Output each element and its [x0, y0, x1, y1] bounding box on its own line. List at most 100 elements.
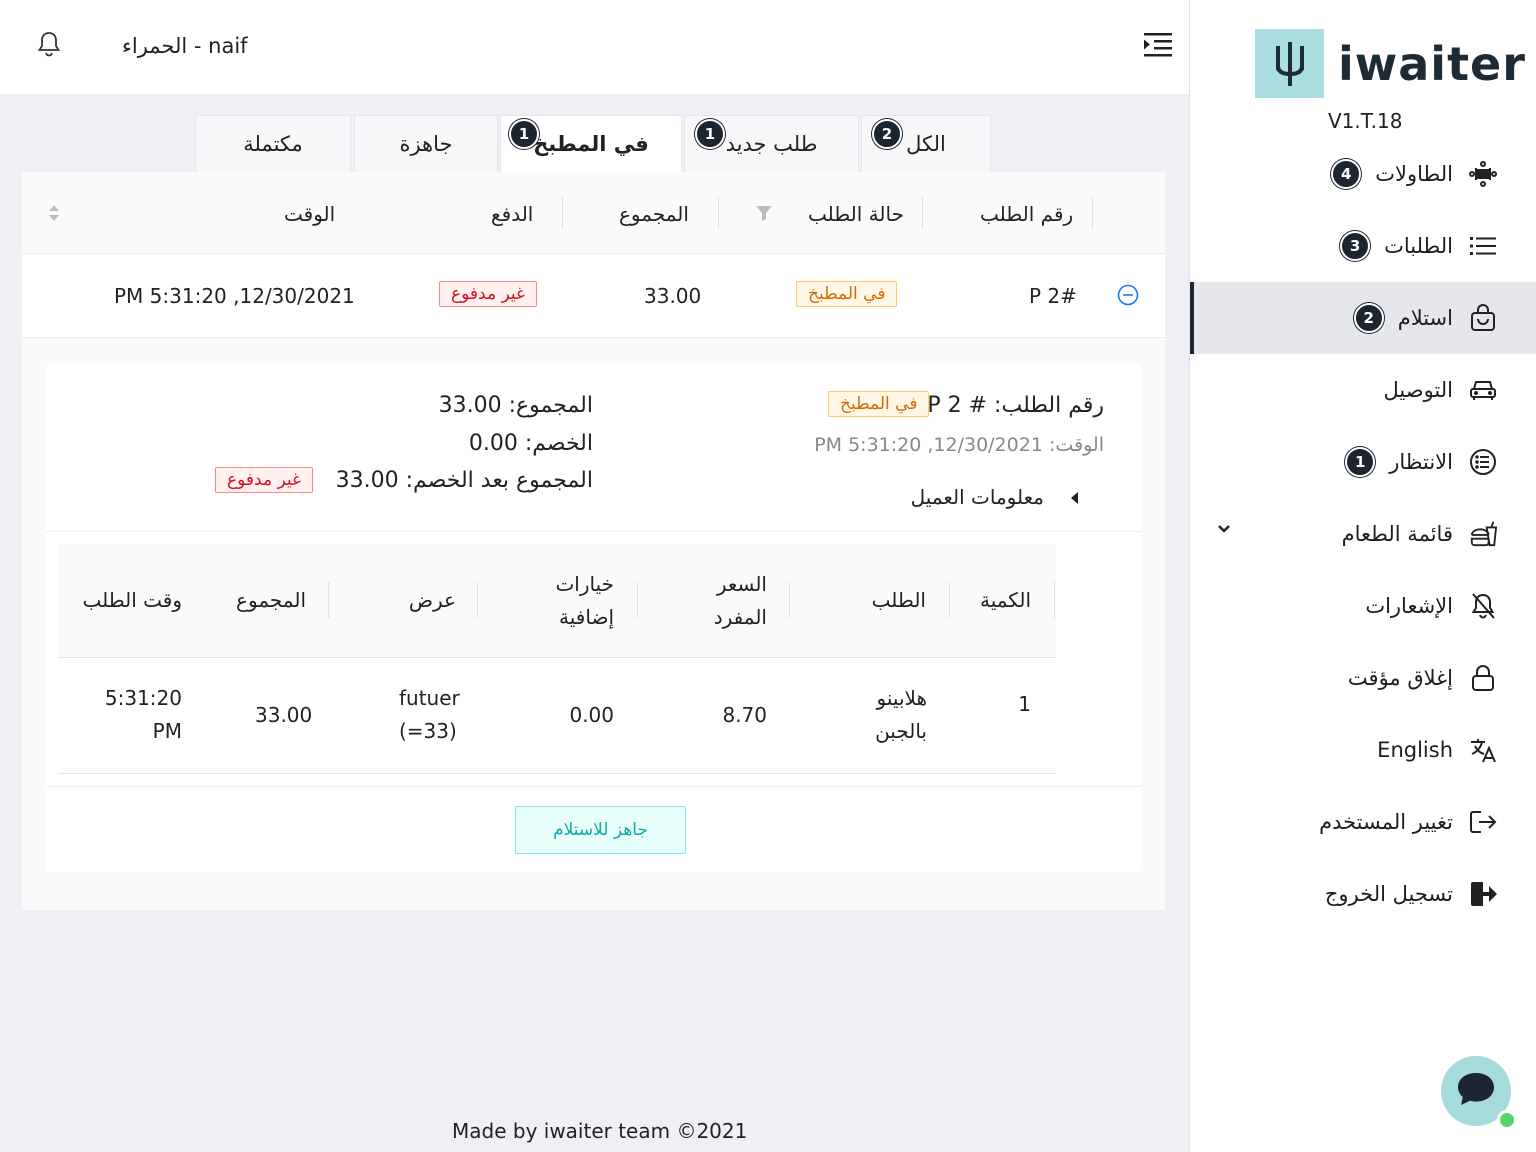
tab-all[interactable]: الكل 2 — [861, 115, 991, 172]
tab-count-badge: 2 — [872, 119, 902, 149]
column-header-total[interactable]: المجموع — [619, 202, 689, 226]
column-divider — [1092, 197, 1093, 229]
count-badge: 4 — [1331, 159, 1362, 189]
item-total: 33.00 — [255, 703, 313, 727]
tab-ready[interactable]: جاهزة — [354, 115, 498, 172]
sidebar-item-label: التوصيل — [1383, 378, 1454, 402]
table-row: 1 هلابينو بالجبن 8.70 0.00 futuer (=33) … — [58, 658, 1056, 774]
sidebar-item-logout[interactable]: تسجيل الخروج — [1190, 858, 1536, 930]
logout-icon — [1469, 880, 1497, 908]
column-divider — [562, 197, 563, 229]
column-header-payment[interactable]: الدفع — [491, 202, 533, 226]
column-header-offer: عرض — [408, 588, 456, 612]
car-icon — [1469, 376, 1497, 404]
sidebar-item-switch-user[interactable]: تغيير المستخدم — [1190, 786, 1536, 858]
logo-text: iwaiter — [1338, 36, 1526, 91]
ready-for-pickup-button[interactable]: جاهز للاستلام — [515, 806, 686, 854]
logo: iwaiter — [1255, 29, 1526, 98]
caret-left-icon[interactable] — [1069, 490, 1079, 509]
tab-new-order[interactable]: طلب جديد 1 — [684, 115, 859, 172]
tab-in-kitchen[interactable]: في المطبخ 1 — [500, 115, 682, 172]
customer-info-toggle[interactable]: معلومات العميل — [911, 485, 1044, 509]
list-icon — [1469, 232, 1497, 260]
order-status-tag: في المطبخ — [796, 280, 898, 307]
divider — [46, 786, 1141, 787]
item-extras: 0.00 — [569, 703, 614, 727]
tab-completed[interactable]: مكتملة — [195, 115, 351, 172]
sidebar-item-temporary-close[interactable]: إغلاق مؤقت — [1190, 642, 1536, 714]
status-tag-label: في المطبخ — [796, 281, 898, 307]
sidebar-item-language[interactable]: English — [1190, 714, 1536, 786]
sidebar-item-label: استلام — [1397, 306, 1453, 330]
time-line: 5:31:20 — [104, 686, 182, 710]
count-badge: 3 — [1340, 231, 1371, 261]
menu-toggle-icon[interactable] — [1144, 32, 1174, 62]
table-header: رقم الطلب حالة الطلب المجموع الدفع الوقت — [22, 172, 1165, 254]
sidebar-item-pickup[interactable]: استلام 2 — [1190, 282, 1536, 354]
food-icon — [1469, 520, 1497, 548]
sidebar-item-waiting[interactable]: الانتظار 1 — [1190, 426, 1536, 498]
column-header-status[interactable]: حالة الطلب — [808, 202, 904, 226]
order-number: P 2# — [1029, 284, 1077, 308]
user-name[interactable]: الحمراء - naif — [122, 34, 248, 58]
queue-icon — [1469, 448, 1497, 476]
column-header-item: الطلب — [871, 588, 926, 612]
header-line: إضافية — [559, 605, 614, 629]
sidebar-item-label: الانتظار — [1389, 450, 1453, 474]
filter-icon[interactable] — [755, 205, 773, 225]
logo-mark — [1255, 29, 1324, 98]
sidebar-item-label: English — [1377, 738, 1453, 762]
sidebar-item-delivery[interactable]: التوصيل — [1190, 354, 1536, 426]
detail-discount: الخصم: 0.00 — [468, 431, 593, 456]
sidebar-item-label: تسجيل الخروج — [1324, 882, 1453, 906]
sidebar-item-notifications[interactable]: الإشعارات — [1190, 570, 1536, 642]
chat-bubble-icon — [1456, 1071, 1496, 1111]
status-tag-label: في المطبخ — [828, 391, 930, 417]
item-offer: futuer (=33) — [399, 682, 460, 748]
detail-status-tag: في المطبخ — [828, 391, 930, 417]
tab-label: الكل — [906, 132, 946, 156]
column-divider — [477, 582, 478, 618]
column-header-order-time: وقت الطلب — [82, 588, 182, 612]
translate-icon — [1469, 736, 1497, 764]
divider — [46, 531, 1141, 532]
sidebar-item-tables[interactable]: الطاولات 4 — [1190, 138, 1536, 210]
shopping-bag-icon — [1469, 304, 1497, 332]
column-divider — [637, 582, 638, 618]
time-line: PM — [152, 719, 182, 743]
tab-label: في المطبخ — [533, 132, 649, 156]
column-header-order-no[interactable]: رقم الطلب — [980, 202, 1073, 226]
bell-icon[interactable] — [36, 30, 62, 62]
tab-count-badge: 1 — [509, 119, 539, 149]
payment-tag-label: غير مدفوع — [215, 467, 313, 493]
sidebar-item-orders[interactable]: الطلبات 3 — [1190, 210, 1536, 282]
items-table-header: الكمية الطلب السعر المفرد خيارات إضافية … — [58, 544, 1056, 658]
collapse-row-icon[interactable] — [1117, 284, 1139, 310]
sidebar-item-label: الطلبات — [1384, 234, 1453, 258]
offer-line: futuer — [399, 686, 460, 710]
orders-panel: رقم الطلب حالة الطلب المجموع الدفع الوقت… — [22, 172, 1165, 910]
header-line: المفرد — [713, 605, 767, 629]
chat-widget-button[interactable] — [1441, 1056, 1517, 1130]
sidebar-item-food-menu[interactable]: قائمة الطعام — [1190, 498, 1536, 570]
sidebar-item-label: الطاولات — [1375, 162, 1453, 186]
tab-label: مكتملة — [243, 132, 303, 156]
column-divider — [922, 197, 923, 229]
column-header-time[interactable]: الوقت — [284, 202, 335, 226]
column-header-unit-price: السعر المفرد — [714, 568, 767, 634]
header-line: خيارات — [555, 572, 614, 596]
sidebar-item-label: الإشعارات — [1365, 594, 1453, 618]
payment-tag-label: غير مدفوع — [439, 281, 537, 307]
switch-user-icon — [1469, 808, 1497, 836]
column-header-total: المجموع — [236, 588, 306, 612]
chevron-down-icon[interactable] — [1214, 518, 1234, 538]
payment-status-tag: غير مدفوع — [439, 280, 537, 307]
lock-icon — [1469, 664, 1497, 692]
table-row[interactable]: P 2# في المطبخ 33.00 غير مدفوع PM 5:31:2… — [22, 255, 1165, 338]
sidebar-item-label: إغلاق مؤقت — [1347, 666, 1453, 690]
column-header-extras: خيارات إضافية — [555, 568, 614, 634]
detail-time: الوقت: PM 5:31:20 ,12/30/2021 — [814, 434, 1104, 456]
tab-count-badge: 1 — [695, 119, 725, 149]
sort-icon[interactable] — [48, 203, 60, 227]
item-name-line: هلابينو — [876, 686, 927, 710]
